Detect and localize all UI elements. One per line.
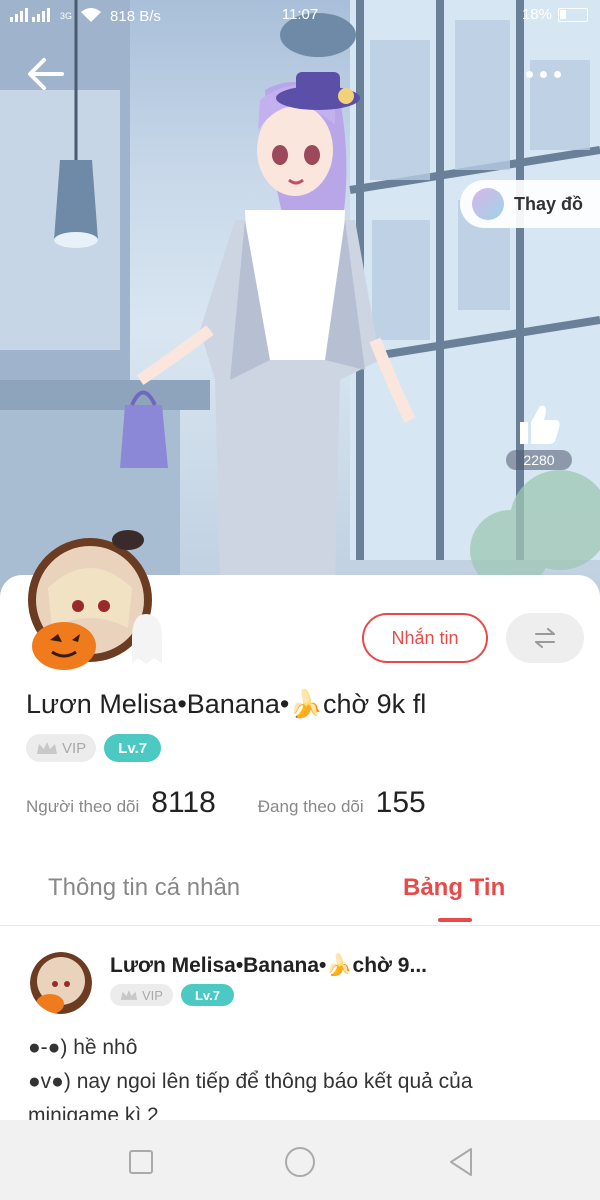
room-background [0,0,600,600]
character-showcase [0,0,600,600]
profile-avatar[interactable] [18,518,174,674]
status-bar: 3G 818 B/s 11:07 18% [0,0,600,32]
crown-icon [120,990,138,1000]
swap-arrows-icon [535,628,555,648]
followers-label[interactable]: Người theo dõi [26,797,139,817]
post-author-name[interactable]: Lươn Melisa•Banana•🍌chờ 9... [110,954,427,978]
post-text-line: ●v●) nay ngoi lên tiếp để thông báo kết … [28,1070,473,1093]
clock: 11:07 [281,6,319,23]
vip-badge: VIP [110,984,173,1006]
avatar-image [28,530,162,670]
tab-feed[interactable]: Bảng Tin [403,874,505,902]
profile-badges: VIP Lv.7 [26,734,162,762]
crown-icon [37,742,57,754]
triangle-back-icon [450,1148,472,1176]
outfit-avatar-icon [472,188,504,220]
message-button[interactable]: Nhắn tin [362,613,488,663]
battery-icon [558,7,588,22]
battery-percent: 18% [521,6,552,23]
thumbs-up-icon [520,405,560,444]
profile-tabs: Thông tin cá nhân Bảng Tin [0,860,600,926]
follow-stats: Người theo dõi 8118 Đang theo dõi 155 [26,786,426,820]
change-outfit-button[interactable]: Thay đồ [460,180,600,228]
vip-label: VIP [62,739,87,757]
level-badge: Lv.7 [180,984,235,1006]
change-outfit-label: Thay đồ [514,193,584,214]
more-options-button[interactable] [526,62,570,86]
circle-icon [285,1147,315,1177]
avatar-image [30,952,92,1014]
nav-back-button[interactable] [441,1142,481,1182]
profile-name: Lươn Melisa•Banana•🍌chờ 9k fl [26,689,427,719]
more-dots-icon [526,70,533,78]
back-button[interactable] [24,52,68,96]
square-icon [129,1150,153,1174]
tab-personal-info[interactable]: Thông tin cá nhân [48,874,240,902]
like-count: 2280 [506,450,572,470]
vip-badge: VIP [26,734,97,762]
post-author-avatar[interactable] [30,952,92,1014]
profile-screen: 3G 818 B/s 11:07 18% Thay đồ 2280 Nhắn t… [0,0,600,1200]
arrow-left-icon [28,58,64,90]
vip-label: VIP [142,987,163,1003]
following-count[interactable]: 155 [376,786,426,820]
switch-button[interactable] [506,613,584,663]
like-button[interactable]: 2280 [506,400,572,472]
active-tab-indicator [438,918,472,922]
followers-count[interactable]: 8118 [151,786,216,820]
post-author-badges: VIP Lv.7 [110,984,235,1006]
recent-apps-button[interactable] [121,1142,161,1182]
home-button[interactable] [280,1142,320,1182]
following-label[interactable]: Đang theo dõi [258,797,364,817]
system-nav-bar [0,1120,600,1200]
level-badge: Lv.7 [104,734,162,762]
post-text-line: ●-●) hề nhô [28,1036,138,1059]
